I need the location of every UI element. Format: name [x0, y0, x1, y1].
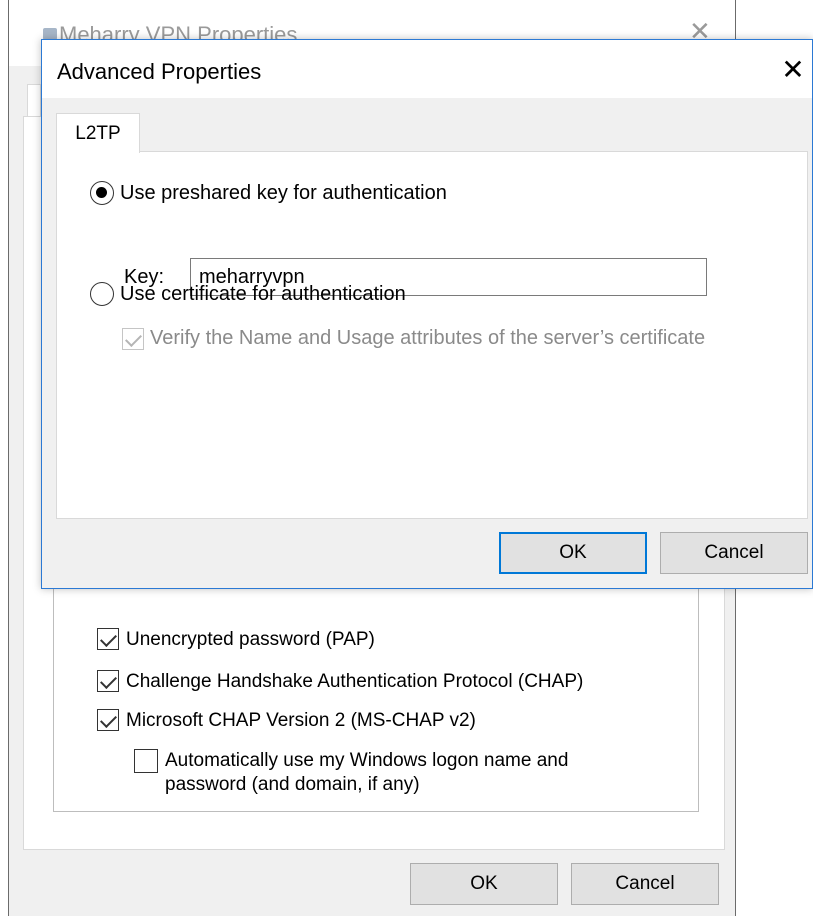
advanced-properties-titlebar: Advanced Properties ✕ [42, 40, 812, 98]
verify-certificate-checkbox [122, 327, 144, 350]
preshared-key-label: Use preshared key for authentication [120, 181, 447, 204]
advanced-cancel-button[interactable]: Cancel [660, 532, 808, 574]
chap-checkbox[interactable] [97, 670, 119, 692]
mschap-checkbox[interactable] [97, 709, 119, 731]
advanced-ok-button[interactable]: OK [499, 532, 647, 574]
verify-certificate-row: Verify the Name and Usage attributes of … [122, 327, 705, 350]
auto-logon-label-line2: password (and domain, if any) [165, 774, 420, 795]
chap-label: Challenge Handshake Authentication Proto… [126, 671, 584, 692]
advanced-properties-title: Advanced Properties [57, 59, 262, 84]
vpn-properties-cancel-button[interactable]: Cancel [571, 863, 719, 905]
preshared-key-option[interactable]: Use preshared key for authentication [90, 181, 447, 205]
auto-logon-label: Automatically use my Windows logon name … [165, 749, 568, 797]
advanced-properties-window: Advanced Properties ✕ L2TP Use preshared… [41, 39, 813, 589]
chap-checkbox-row[interactable]: Challenge Handshake Authentication Proto… [97, 670, 583, 694]
auto-logon-checkbox[interactable] [134, 749, 158, 773]
certificate-option[interactable]: Use certificate for authentication [90, 282, 406, 306]
mschap-label: Microsoft CHAP Version 2 (MS-CHAP v2) [126, 710, 476, 731]
vpn-properties-ok-button[interactable]: OK [410, 863, 558, 905]
pap-label: Unencrypted password (PAP) [126, 629, 375, 650]
verify-certificate-label: Verify the Name and Usage attributes of … [150, 327, 706, 349]
mschap-checkbox-row[interactable]: Microsoft CHAP Version 2 (MS-CHAP v2) [97, 709, 476, 733]
certificate-label: Use certificate for authentication [120, 282, 406, 305]
auto-logon-checkbox-row[interactable]: Automatically use my Windows logon name … [134, 749, 568, 797]
l2tp-panel: Use preshared key for authentication Key… [56, 151, 808, 519]
pap-checkbox[interactable] [97, 628, 119, 650]
preshared-key-radio[interactable] [90, 181, 114, 205]
auto-logon-label-line1: Automatically use my Windows logon name … [165, 750, 569, 771]
pap-checkbox-row[interactable]: Unencrypted password (PAP) [97, 628, 375, 652]
vpn-properties-tab[interactable] [27, 84, 41, 118]
tab-l2tp[interactable]: L2TP [56, 113, 140, 153]
close-icon[interactable]: ✕ [775, 52, 811, 88]
certificate-radio[interactable] [90, 282, 114, 306]
